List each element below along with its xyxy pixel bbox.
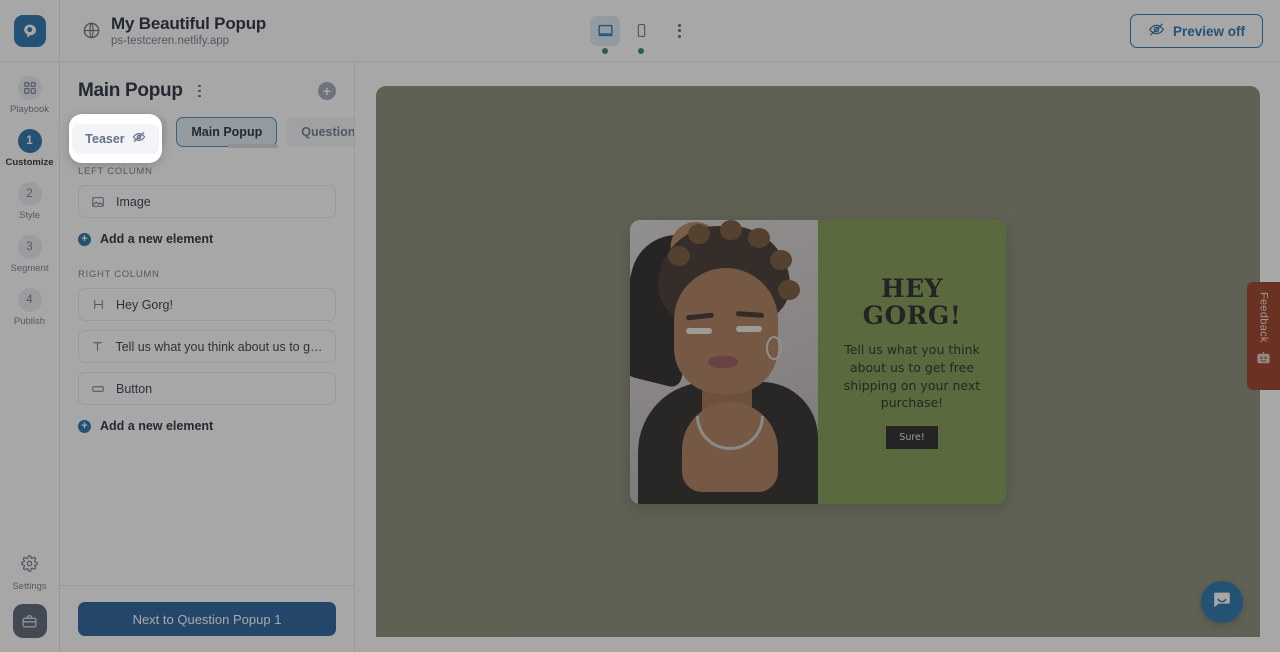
sidebar-item-customize[interactable]: 1 Customize	[0, 129, 59, 168]
grid-icon	[18, 76, 42, 100]
site-info: My Beautiful Popup ps-testceren.netlify.…	[82, 14, 266, 47]
rail-bottom-group: Settings	[0, 541, 59, 638]
eye-off-icon	[1148, 21, 1165, 41]
sidebar-item-customize-label: Customize	[5, 157, 53, 168]
portrait-hair-knot	[748, 228, 770, 248]
sidebar-item-playbook[interactable]: Playbook	[0, 76, 59, 115]
list-item[interactable]: Hey Gorg!	[78, 288, 336, 321]
add-element-left-button[interactable]: + Add a new element	[78, 227, 336, 251]
logo-cell	[0, 0, 60, 62]
sidebar-item-publish-label: Publish	[14, 316, 45, 327]
right-column-label: RIGHT COLUMN	[60, 251, 354, 288]
sidebar-item-playbook-label: Playbook	[10, 104, 49, 115]
sidebar-item-publish[interactable]: 4 Publish	[0, 288, 59, 327]
sidebar-item-segment-label: Segment	[10, 263, 48, 274]
more-vertical-icon[interactable]	[668, 17, 690, 45]
tab-teaser-highlighted[interactable]: Teaser	[72, 124, 158, 154]
step-badge-2: 2	[18, 182, 42, 206]
desktop-icon[interactable]	[590, 16, 620, 46]
add-element-right-label: Add a new element	[100, 419, 213, 433]
text-icon	[91, 340, 104, 353]
popup-heading-line1: Hey	[863, 275, 962, 302]
step-badge-4: 4	[18, 288, 42, 312]
preview-off-button[interactable]: Preview off	[1130, 14, 1263, 48]
chat-launcher-button[interactable]	[1201, 581, 1243, 623]
sidebar-item-style-label: Style	[19, 210, 40, 221]
portrait-hair-knot	[688, 224, 710, 244]
list-item-label: Image	[116, 195, 151, 209]
eye-off-icon	[132, 130, 146, 147]
panel-title: Main Popup	[78, 80, 183, 102]
preview-canvas: Hey Gorg! Tell us what you think about u…	[376, 86, 1260, 637]
step-badge-3: 3	[18, 235, 42, 259]
portrait-lips	[708, 356, 738, 368]
portrait-eye	[686, 328, 712, 334]
page-title: My Beautiful Popup	[111, 14, 266, 34]
chat-bubble-icon	[1211, 589, 1233, 616]
popup-image[interactable]	[630, 220, 818, 504]
device-toggle-group	[590, 16, 690, 46]
panel-header: Main Popup +	[60, 62, 354, 102]
mobile-status-dot	[638, 48, 644, 54]
plus-circle-icon[interactable]: +	[318, 82, 336, 100]
tab-question-popup[interactable]: Question P	[286, 117, 354, 147]
briefcase-icon[interactable]	[13, 604, 47, 638]
list-item[interactable]: Image	[78, 185, 336, 218]
popup-heading-line2: Gorg!	[863, 302, 962, 329]
popup-body-text: Tell us what you think about us to get f…	[832, 341, 992, 412]
portrait-hair-knot	[770, 250, 792, 270]
sidebar-item-settings-label: Settings	[12, 581, 46, 592]
list-item-label: Button	[116, 382, 152, 396]
preview-off-label: Preview off	[1173, 24, 1245, 39]
portrait-hair-knot	[720, 220, 742, 240]
add-element-right-button[interactable]: + Add a new element	[78, 414, 336, 438]
image-icon	[91, 195, 105, 209]
add-element-left-label: Add a new element	[100, 232, 213, 246]
popup-preview[interactable]: Hey Gorg! Tell us what you think about u…	[630, 220, 1006, 504]
tabs-scrollbar[interactable]	[228, 144, 278, 148]
top-bar: My Beautiful Popup ps-testceren.netlify.…	[0, 0, 1280, 62]
site-url: ps-testceren.netlify.app	[111, 35, 266, 47]
plus-circle-icon: +	[78, 420, 91, 433]
tab-main-popup-label: Main Popup	[191, 125, 262, 139]
portrait-earring	[766, 336, 782, 360]
tab-question-popup-label: Question P	[301, 125, 354, 139]
feedback-tab[interactable]: Feedback	[1247, 282, 1280, 390]
heading-icon	[91, 298, 105, 311]
robot-face-icon	[1255, 351, 1272, 366]
panel-footer: Next to Question Popup 1	[60, 585, 354, 652]
portrait-eye	[736, 326, 762, 332]
sidebar-item-segment[interactable]: 3 Segment	[0, 235, 59, 274]
popup-cta-button[interactable]: Sure!	[886, 426, 937, 449]
app-root: My Beautiful Popup ps-testceren.netlify.…	[0, 0, 1280, 652]
popupsmart-logo-icon[interactable]	[14, 15, 46, 47]
left-rail: Playbook 1 Customize 2 Style 3 Segment 4…	[0, 62, 60, 652]
globe-icon	[82, 21, 101, 40]
tab-main-popup[interactable]: Main Popup	[176, 117, 277, 147]
list-item[interactable]: Tell us what you think about us to get..…	[78, 330, 336, 363]
popup-heading: Hey Gorg!	[863, 275, 962, 329]
portrait-hair-knot	[668, 246, 690, 266]
list-item-label: Tell us what you think about us to get..…	[115, 340, 323, 354]
list-item[interactable]: Button	[78, 372, 336, 405]
mobile-icon[interactable]	[626, 16, 656, 46]
tab-teaser-highlighted-label: Teaser	[85, 132, 124, 146]
onboarding-spotlight: Teaser	[69, 114, 162, 163]
sidebar-item-style[interactable]: 2 Style	[0, 182, 59, 221]
step-badge-1: 1	[18, 129, 42, 153]
plus-circle-icon: +	[78, 233, 91, 246]
popup-content: Hey Gorg! Tell us what you think about u…	[818, 220, 1006, 504]
feedback-label: Feedback	[1258, 292, 1270, 343]
list-item-label: Hey Gorg!	[116, 298, 173, 312]
portrait-hair-knot	[778, 280, 800, 300]
desktop-status-dot	[602, 48, 608, 54]
gear-icon	[21, 555, 38, 577]
sidebar-item-settings[interactable]: Settings	[0, 555, 59, 592]
panel-more-vertical-icon[interactable]	[191, 81, 209, 101]
button-icon	[91, 382, 105, 396]
next-step-button[interactable]: Next to Question Popup 1	[78, 602, 336, 636]
